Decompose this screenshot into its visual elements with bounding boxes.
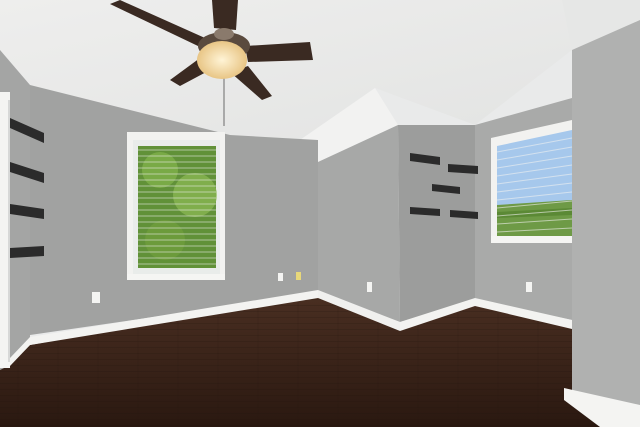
right-window bbox=[491, 120, 573, 243]
pillar-right-face bbox=[398, 125, 475, 322]
room-illustration bbox=[0, 0, 640, 427]
left-window bbox=[127, 132, 225, 280]
empty-room-photo bbox=[0, 0, 640, 427]
right-near-wall bbox=[572, 20, 640, 427]
